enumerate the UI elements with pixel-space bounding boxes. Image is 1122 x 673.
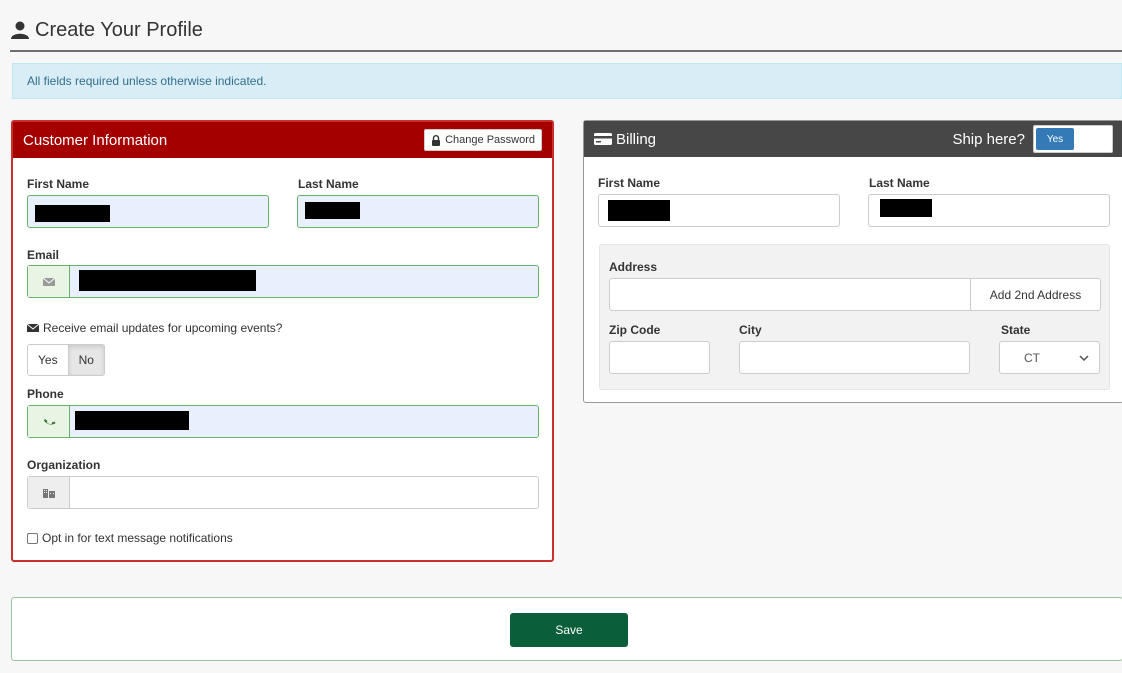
email-input[interactable]: [27, 265, 539, 298]
phone-icon: [43, 418, 56, 425]
user-icon: [11, 21, 29, 39]
billing-title-label: Billing: [616, 130, 657, 148]
city-label: City: [739, 323, 762, 337]
state-label: State: [1001, 323, 1031, 337]
state-select[interactable]: CT: [999, 341, 1100, 374]
billing-panel: Billing Ship here? Yes First Name Last N…: [583, 120, 1122, 403]
city-input[interactable]: [739, 341, 970, 374]
chevron-down-icon: [1079, 354, 1089, 361]
lock-icon: [432, 134, 441, 146]
first-name-input[interactable]: [27, 195, 269, 228]
text-optin-row: Opt in for text message notifications: [27, 531, 233, 545]
redacted-phone: [75, 411, 189, 430]
redacted-billing-last-name: [880, 199, 932, 217]
add-2nd-address-button[interactable]: Add 2nd Address: [970, 278, 1101, 311]
organization-addon: [28, 477, 70, 508]
change-password-button[interactable]: Change Password: [424, 129, 542, 151]
customer-panel-heading: Customer Information Change Password: [13, 122, 552, 158]
ship-here-yes: Yes: [1036, 128, 1074, 150]
redacted-last-name: [305, 202, 360, 219]
required-fields-alert: All fields required unless otherwise ind…: [12, 63, 1122, 99]
email-updates-no-button[interactable]: No: [67, 345, 104, 375]
text-optin-checkbox[interactable]: [27, 532, 38, 544]
email-updates-yes-button[interactable]: Yes: [28, 345, 68, 375]
phone-label: Phone: [27, 387, 64, 401]
first-name-label: First Name: [27, 177, 90, 191]
organization-label: Organization: [27, 458, 101, 472]
phone-input[interactable]: [27, 405, 539, 438]
save-button[interactable]: Save: [510, 613, 628, 647]
address-box: Address Add 2nd Address Zip Code City St…: [599, 244, 1110, 390]
email-updates-label: Receive email updates for upcoming event…: [43, 321, 283, 335]
last-name-label: Last Name: [298, 177, 359, 191]
phone-addon: [28, 406, 70, 437]
billing-last-name-label: Last Name: [869, 176, 930, 190]
text-optin-label: Opt in for text message notifications: [42, 531, 233, 545]
customer-panel-title: Customer Information: [23, 131, 168, 149]
zip-code-label: Zip Code: [609, 323, 661, 337]
ship-here-group: Ship here? Yes: [952, 125, 1113, 153]
email-updates-toggle: Yes No: [27, 344, 105, 376]
save-panel: Save: [11, 597, 1122, 661]
email-label: Email: [27, 248, 60, 262]
billing-last-name-input[interactable]: [868, 194, 1110, 227]
billing-first-name-label: First Name: [598, 176, 661, 190]
billing-panel-heading: Billing Ship here? Yes: [584, 121, 1122, 157]
envelope-icon: [27, 323, 39, 332]
building-icon: [42, 488, 55, 498]
organization-input[interactable]: [27, 476, 539, 509]
billing-first-name-input[interactable]: [598, 194, 840, 227]
envelope-icon: [42, 277, 55, 286]
address-input[interactable]: [609, 278, 971, 311]
ship-here-label: Ship here?: [952, 130, 1025, 148]
last-name-input[interactable]: [297, 195, 539, 228]
redacted-billing-first-name: [608, 200, 670, 221]
page-title: Create Your Profile: [35, 19, 203, 41]
redacted-email: [79, 270, 256, 291]
credit-card-icon: [594, 133, 612, 145]
zip-code-input[interactable]: [609, 341, 710, 374]
state-value: CT: [1024, 350, 1040, 365]
change-password-label: Change Password: [445, 134, 535, 146]
ship-here-toggle[interactable]: Yes: [1033, 125, 1113, 153]
email-updates-question: Receive email updates for upcoming event…: [27, 321, 282, 335]
customer-information-panel: Customer Information Change Password Fir…: [11, 120, 554, 562]
page-header: Create Your Profile: [10, 14, 1122, 52]
redacted-first-name: [35, 205, 110, 222]
billing-title: Billing: [594, 131, 656, 148]
email-addon: [28, 266, 70, 297]
address-label: Address: [609, 260, 658, 274]
